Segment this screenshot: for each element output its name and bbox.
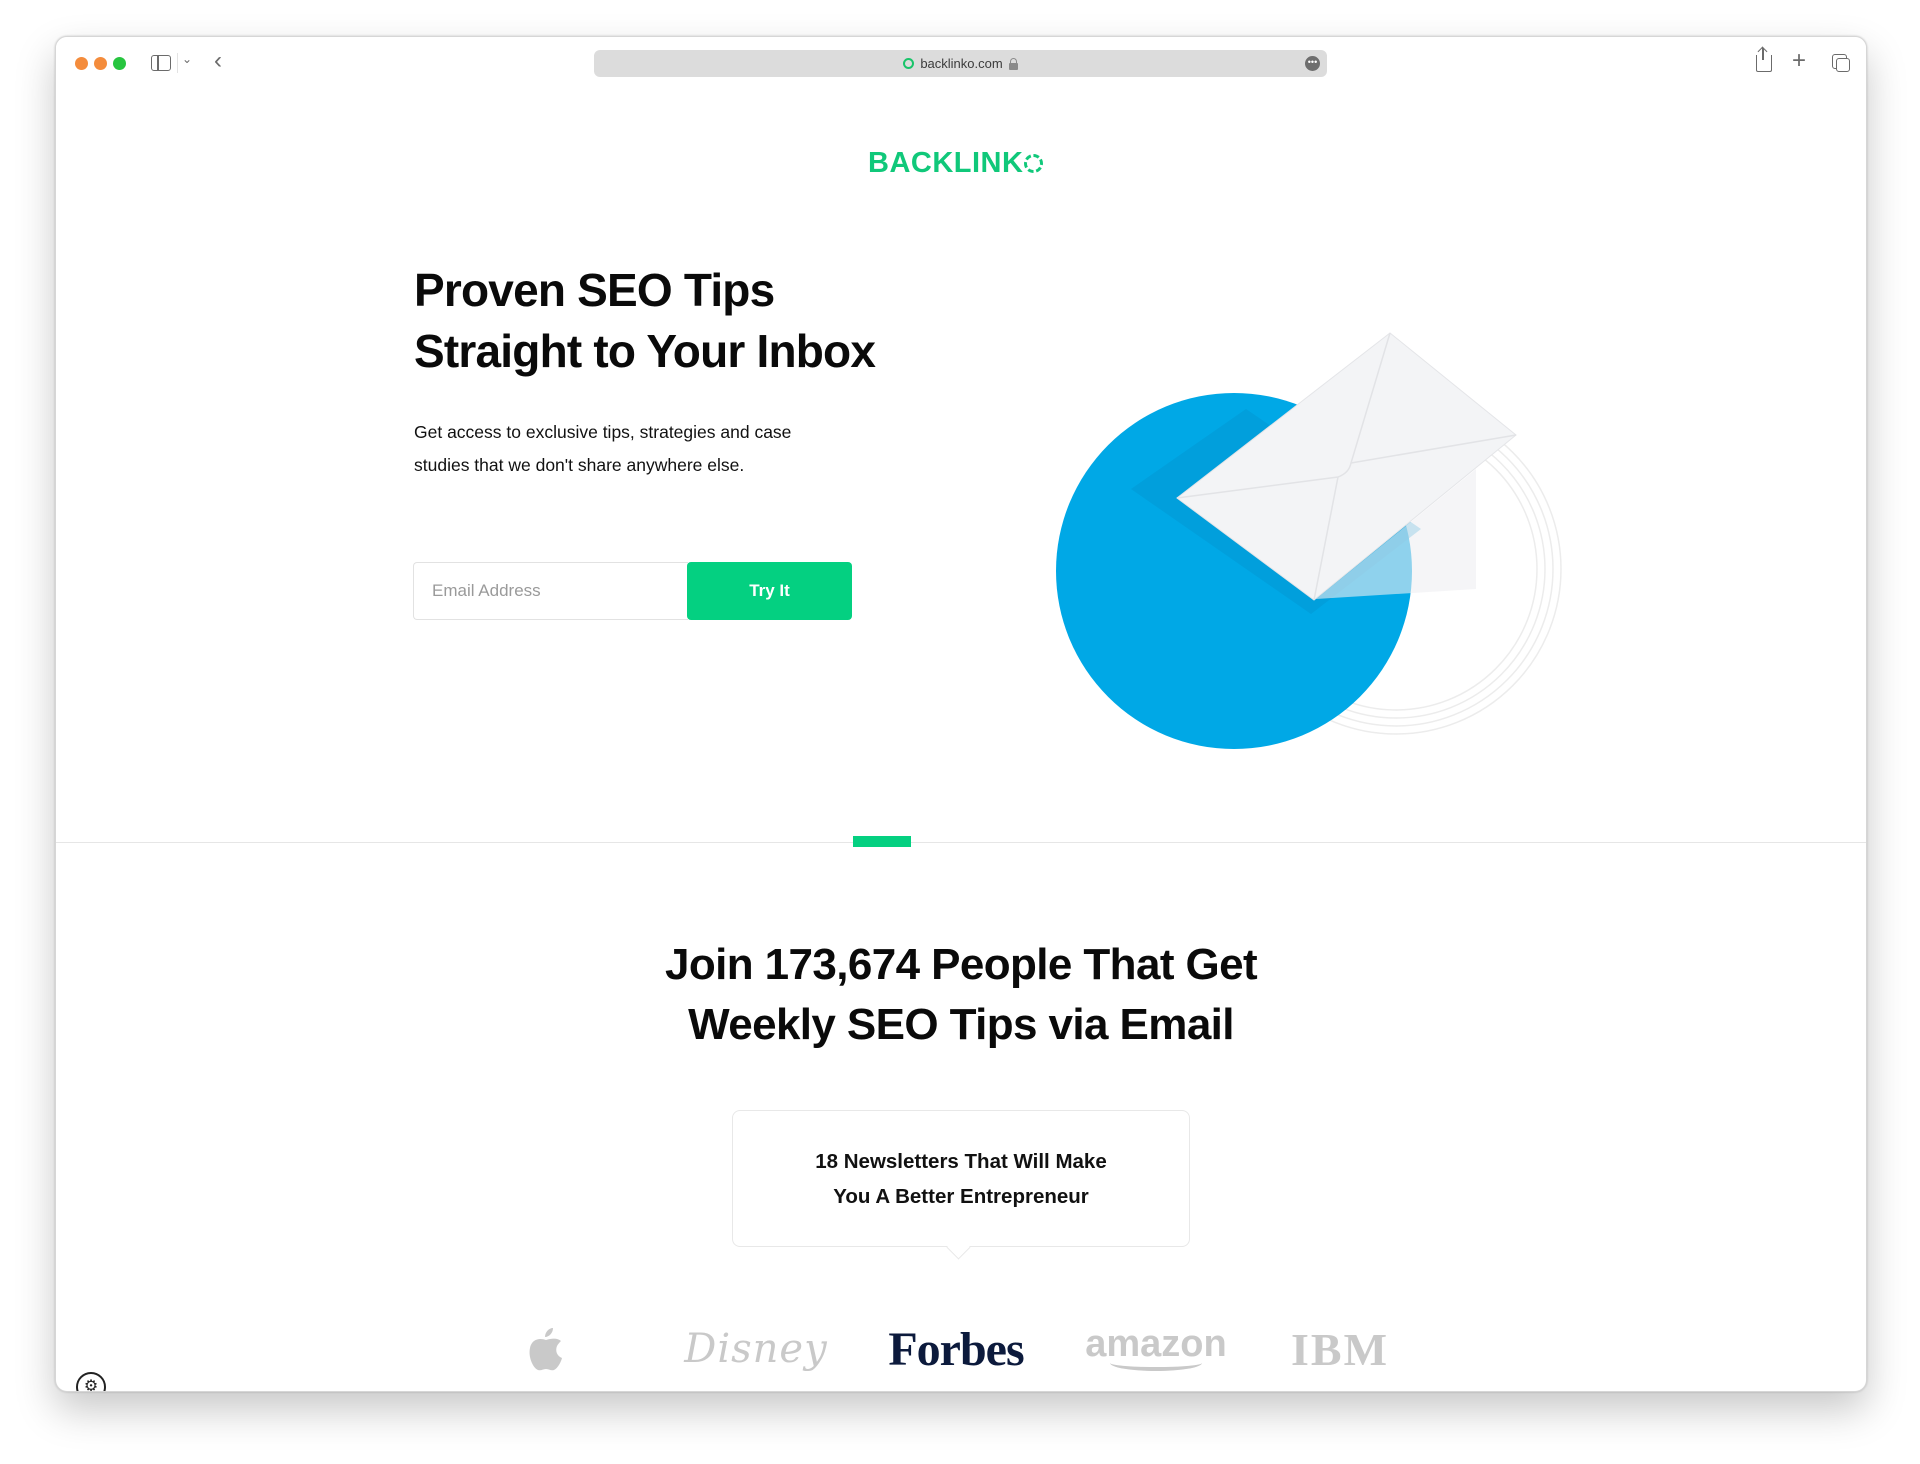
hero-title-line2: Straight to Your Inbox <box>414 325 876 377</box>
newsletter-callout-card[interactable]: 18 Newsletters That Will Make You A Bett… <box>732 1110 1190 1247</box>
callout-line1: 18 Newsletters That Will Make <box>815 1149 1107 1173</box>
hero-title: Proven SEO Tips Straight to Your Inbox <box>414 260 1014 382</box>
try-it-button[interactable]: Try It <box>687 562 852 620</box>
subscribers-heading: Join 173,674 People That Get Weekly SEO … <box>56 935 1866 1055</box>
backlinko-logo[interactable]: BACKLINK <box>868 147 1044 180</box>
plus-icon[interactable]: + <box>1792 47 1806 75</box>
hero-subtitle: Get access to exclusive tips, strategies… <box>414 416 884 482</box>
callout-line2: You A Better Entrepreneur <box>833 1184 1089 1208</box>
back-icon[interactable]: ‹ <box>214 47 222 75</box>
hero-title-line1: Proven SEO Tips <box>414 264 775 316</box>
amazon-logo: amazon <box>1076 1309 1236 1389</box>
chevron-down-icon[interactable]: ⌄ <box>182 52 192 66</box>
more-icon[interactable]: ••• <box>1305 56 1320 71</box>
close-window-button[interactable] <box>75 57 88 70</box>
subscribers-heading-line1: Join 173,674 People That Get <box>664 940 1258 989</box>
ibm-logo: IBM <box>1291 1309 1421 1389</box>
minimize-window-button[interactable] <box>94 57 107 70</box>
address-bar[interactable]: backlinko.com ••• <box>594 50 1327 77</box>
lock-icon <box>1008 58 1018 70</box>
page-content: BACKLINK Proven SEO Tips Straight to You… <box>56 89 1866 1391</box>
subscribers-heading-line2: Weekly SEO Tips via Email <box>688 1000 1234 1049</box>
logo-o-icon <box>1024 154 1044 173</box>
email-input[interactable] <box>413 562 688 620</box>
sidebar-icon[interactable] <box>151 55 171 71</box>
divider-accent <box>853 836 911 847</box>
hero-subtitle-line2: studies that we don't share anywhere els… <box>414 455 745 475</box>
toolbar-separator <box>177 53 178 73</box>
hero-subtitle-line1: Get access to exclusive tips, strategies… <box>414 422 792 442</box>
browser-toolbar: ⌄ ‹ backlinko.com ••• + <box>56 37 1866 89</box>
ibm-wordmark: IBM <box>1291 1323 1389 1375</box>
browser-window: ⌄ ‹ backlinko.com ••• + BACKLINK Proven … <box>55 36 1867 1392</box>
disney-logo: Disney <box>684 1326 828 1372</box>
featured-logos: Disney Forbes amazon IBM <box>56 1309 1866 1389</box>
envelope-illustration <box>1056 332 1562 749</box>
site-favicon-icon <box>903 58 915 69</box>
share-icon[interactable] <box>1756 48 1772 72</box>
forbes-logo: Forbes <box>888 1322 1024 1376</box>
tabs-overview-icon[interactable] <box>1832 54 1850 72</box>
maximize-window-button[interactable] <box>113 57 126 70</box>
apple-icon <box>529 1328 562 1371</box>
logo-text: BACKLINK <box>868 147 1024 179</box>
signup-form: Try It <box>413 562 853 620</box>
amazon-smile-icon <box>1110 1355 1202 1371</box>
ibm-stripes <box>1389 1309 1421 1389</box>
apple-logo <box>496 1309 596 1389</box>
url-text[interactable]: backlinko.com <box>920 56 1002 71</box>
section-divider <box>56 842 1866 843</box>
